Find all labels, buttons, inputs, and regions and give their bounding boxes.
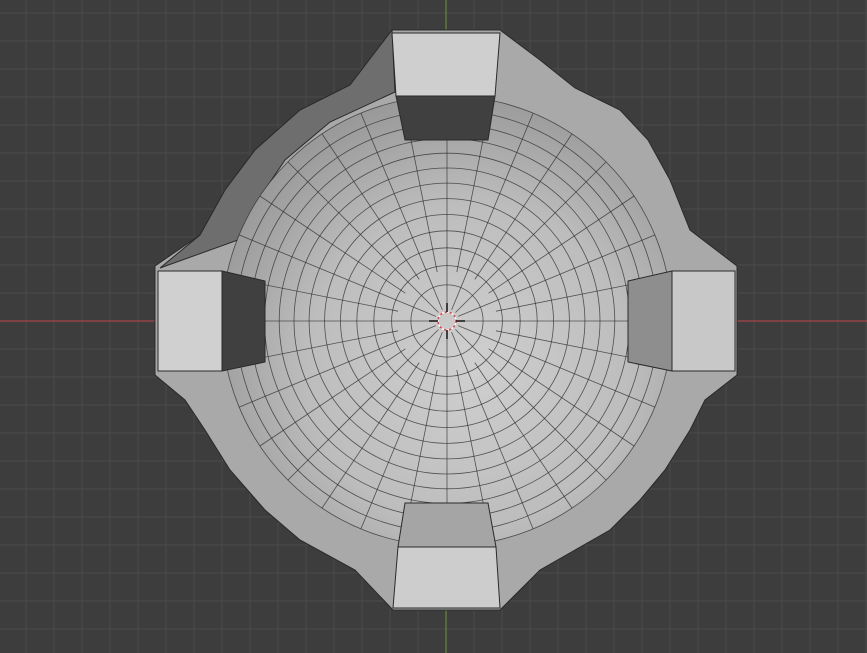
- handle-bottom[interactable]: [392, 502, 501, 609]
- handle-right[interactable]: [627, 270, 736, 372]
- handle-top[interactable]: [391, 32, 501, 141]
- viewport-canvas[interactable]: [0, 0, 867, 653]
- handle-left[interactable]: [157, 270, 266, 372]
- 3d-viewport[interactable]: [0, 0, 867, 653]
